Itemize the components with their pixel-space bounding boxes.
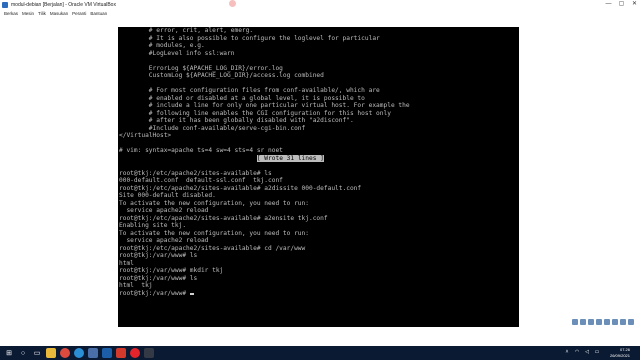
vm-console[interactable]: # error, crit, alert, emerg. # It is als… xyxy=(118,27,519,327)
menu-bar: Berkas Mesin Tilik Masukan Peranti Bantu… xyxy=(0,9,640,17)
terminal-line: root@tkj:/var/www# mkdir tkj xyxy=(119,267,224,274)
wifi-icon[interactable]: ◠ xyxy=(574,349,580,355)
terminal-line: ErrorLog ${APACHE_LOG_DIR}/error.log xyxy=(119,64,283,72)
maximize-button[interactable]: ▢ xyxy=(618,1,625,8)
audio-status-icon[interactable] xyxy=(588,319,594,325)
terminal-line: </VirtualHost> xyxy=(119,132,172,139)
clock-date: 26/09/2021 xyxy=(609,352,630,358)
terminal-prompt: root@tkj:/var/www# xyxy=(119,289,190,297)
menu-masukan[interactable]: Masukan xyxy=(50,11,68,16)
vm-status-icons xyxy=(572,319,634,325)
terminal-line: # For most configuration files from conf… xyxy=(119,87,380,94)
terminal-line: # It is also possible to configure the l… xyxy=(119,34,380,42)
chevron-up-icon[interactable]: ˄ xyxy=(564,349,570,355)
terminal-line: service apache2 reload xyxy=(119,207,209,214)
terminal-line: # error, crit, alert, emerg. xyxy=(119,27,254,34)
opera-icon[interactable] xyxy=(130,348,140,358)
menu-mesin[interactable]: Mesin xyxy=(22,11,34,16)
volume-icon[interactable]: ◁ xyxy=(584,349,590,355)
terminal-line: To activate the new configuration, you n… xyxy=(119,229,309,237)
mouse-pointer xyxy=(229,0,236,7)
terminal-line: #Include conf-available/serve-cgi-bin.co… xyxy=(119,124,306,132)
optical-status-icon[interactable] xyxy=(580,319,586,325)
shared-folder-status-icon[interactable] xyxy=(612,319,618,325)
store-icon[interactable] xyxy=(88,348,98,358)
terminal-line: root@tkj:/etc/apache2/sites-available# a… xyxy=(119,184,362,192)
usb-status-icon[interactable] xyxy=(604,319,610,325)
menu-bantuan[interactable]: Bantuan xyxy=(90,11,107,16)
taskbar-clock[interactable]: 07.26 26/09/2021 xyxy=(610,347,630,358)
terminal-line: # vim: syntax=apache ts=4 sw=4 sts=4 sr … xyxy=(119,147,283,154)
menu-tilik[interactable]: Tilik xyxy=(38,11,46,16)
search-icon[interactable]: ○ xyxy=(18,348,28,358)
terminal-line: root@tkj:/etc/apache2/sites-available# l… xyxy=(119,169,272,177)
terminal-line: # include a line for only one particular… xyxy=(119,102,410,109)
virtualbox-app-icon xyxy=(2,1,8,8)
terminal-line: service apache2 reload xyxy=(119,237,209,244)
taskbar: ⊞ ○ ▭ ˄ ◠ ◁ ▭ 07.26 26/09/2021 xyxy=(0,346,640,360)
task-view-icon[interactable]: ▭ xyxy=(32,348,42,358)
minimize-button[interactable]: — xyxy=(605,1,612,8)
virtualbox-icon[interactable] xyxy=(102,348,112,358)
file-explorer-icon[interactable] xyxy=(46,348,56,358)
status-message: [ Wrote 31 lines ] xyxy=(256,154,324,162)
terminal-line: # modules, e.g. xyxy=(119,42,205,49)
edge-icon[interactable] xyxy=(74,348,84,358)
terminal-line: root@tkj:/var/www# ls xyxy=(119,274,198,282)
terminal-line: # following line enables the CGI configu… xyxy=(119,109,391,117)
terminal-line: CustomLog ${APACHE_LOG_DIR}/access.log c… xyxy=(119,72,324,79)
terminal-line: root@tkj:/var/www# ls xyxy=(119,252,198,259)
window-controls: — ▢ ✕ xyxy=(605,1,638,8)
terminal-line: Enabling site tkj. xyxy=(119,222,187,229)
terminal-line: root@tkj:/etc/apache2/sites-available# c… xyxy=(119,244,306,252)
menu-peranti[interactable]: Peranti xyxy=(72,11,86,16)
terminal-prompt-line: root@tkj:/var/www# xyxy=(119,290,519,298)
system-tray: ˄ ◠ ◁ ▭ xyxy=(564,349,600,355)
terminal-line: # enabled or disabled at a global level,… xyxy=(119,94,365,102)
window-title: modul-debian [Berjalan] - Oracle VM Virt… xyxy=(11,1,116,8)
battery-icon[interactable]: ▭ xyxy=(594,349,600,355)
terminal-line: root@tkj:/etc/apache2/sites-available# a… xyxy=(119,214,328,222)
editor-status-line: [ Wrote 31 lines ] xyxy=(119,154,519,163)
terminal-line: 000-default.conf default-ssl.conf tkj.co… xyxy=(119,177,283,184)
terminal-icon[interactable] xyxy=(144,348,154,358)
terminal-line: To activate the new configuration, you n… xyxy=(119,199,309,207)
close-button[interactable]: ✕ xyxy=(631,1,638,8)
host-key-icon[interactable] xyxy=(628,319,634,325)
display-status-icon[interactable] xyxy=(620,319,626,325)
terminal-line: html tkj xyxy=(119,282,153,289)
hdd-status-icon[interactable] xyxy=(572,319,578,325)
windows-start-icon[interactable]: ⊞ xyxy=(4,348,14,358)
terminal-line: Site 000-default disabled. xyxy=(119,192,216,199)
chrome-icon[interactable] xyxy=(60,348,70,358)
window-titlebar: modul-debian [Berjalan] - Oracle VM Virt… xyxy=(0,0,640,9)
terminal-line: #LogLevel info ssl:warn xyxy=(119,49,235,57)
text-cursor xyxy=(189,293,194,295)
terminal-line: html xyxy=(119,259,134,267)
terminal-output: # error, crit, alert, emerg. # It is als… xyxy=(118,27,519,297)
network-status-icon[interactable] xyxy=(596,319,602,325)
menu-berkas[interactable]: Berkas xyxy=(4,11,18,16)
media-icon[interactable] xyxy=(116,348,126,358)
terminal-line: # after it has been globally disabled wi… xyxy=(119,117,354,124)
